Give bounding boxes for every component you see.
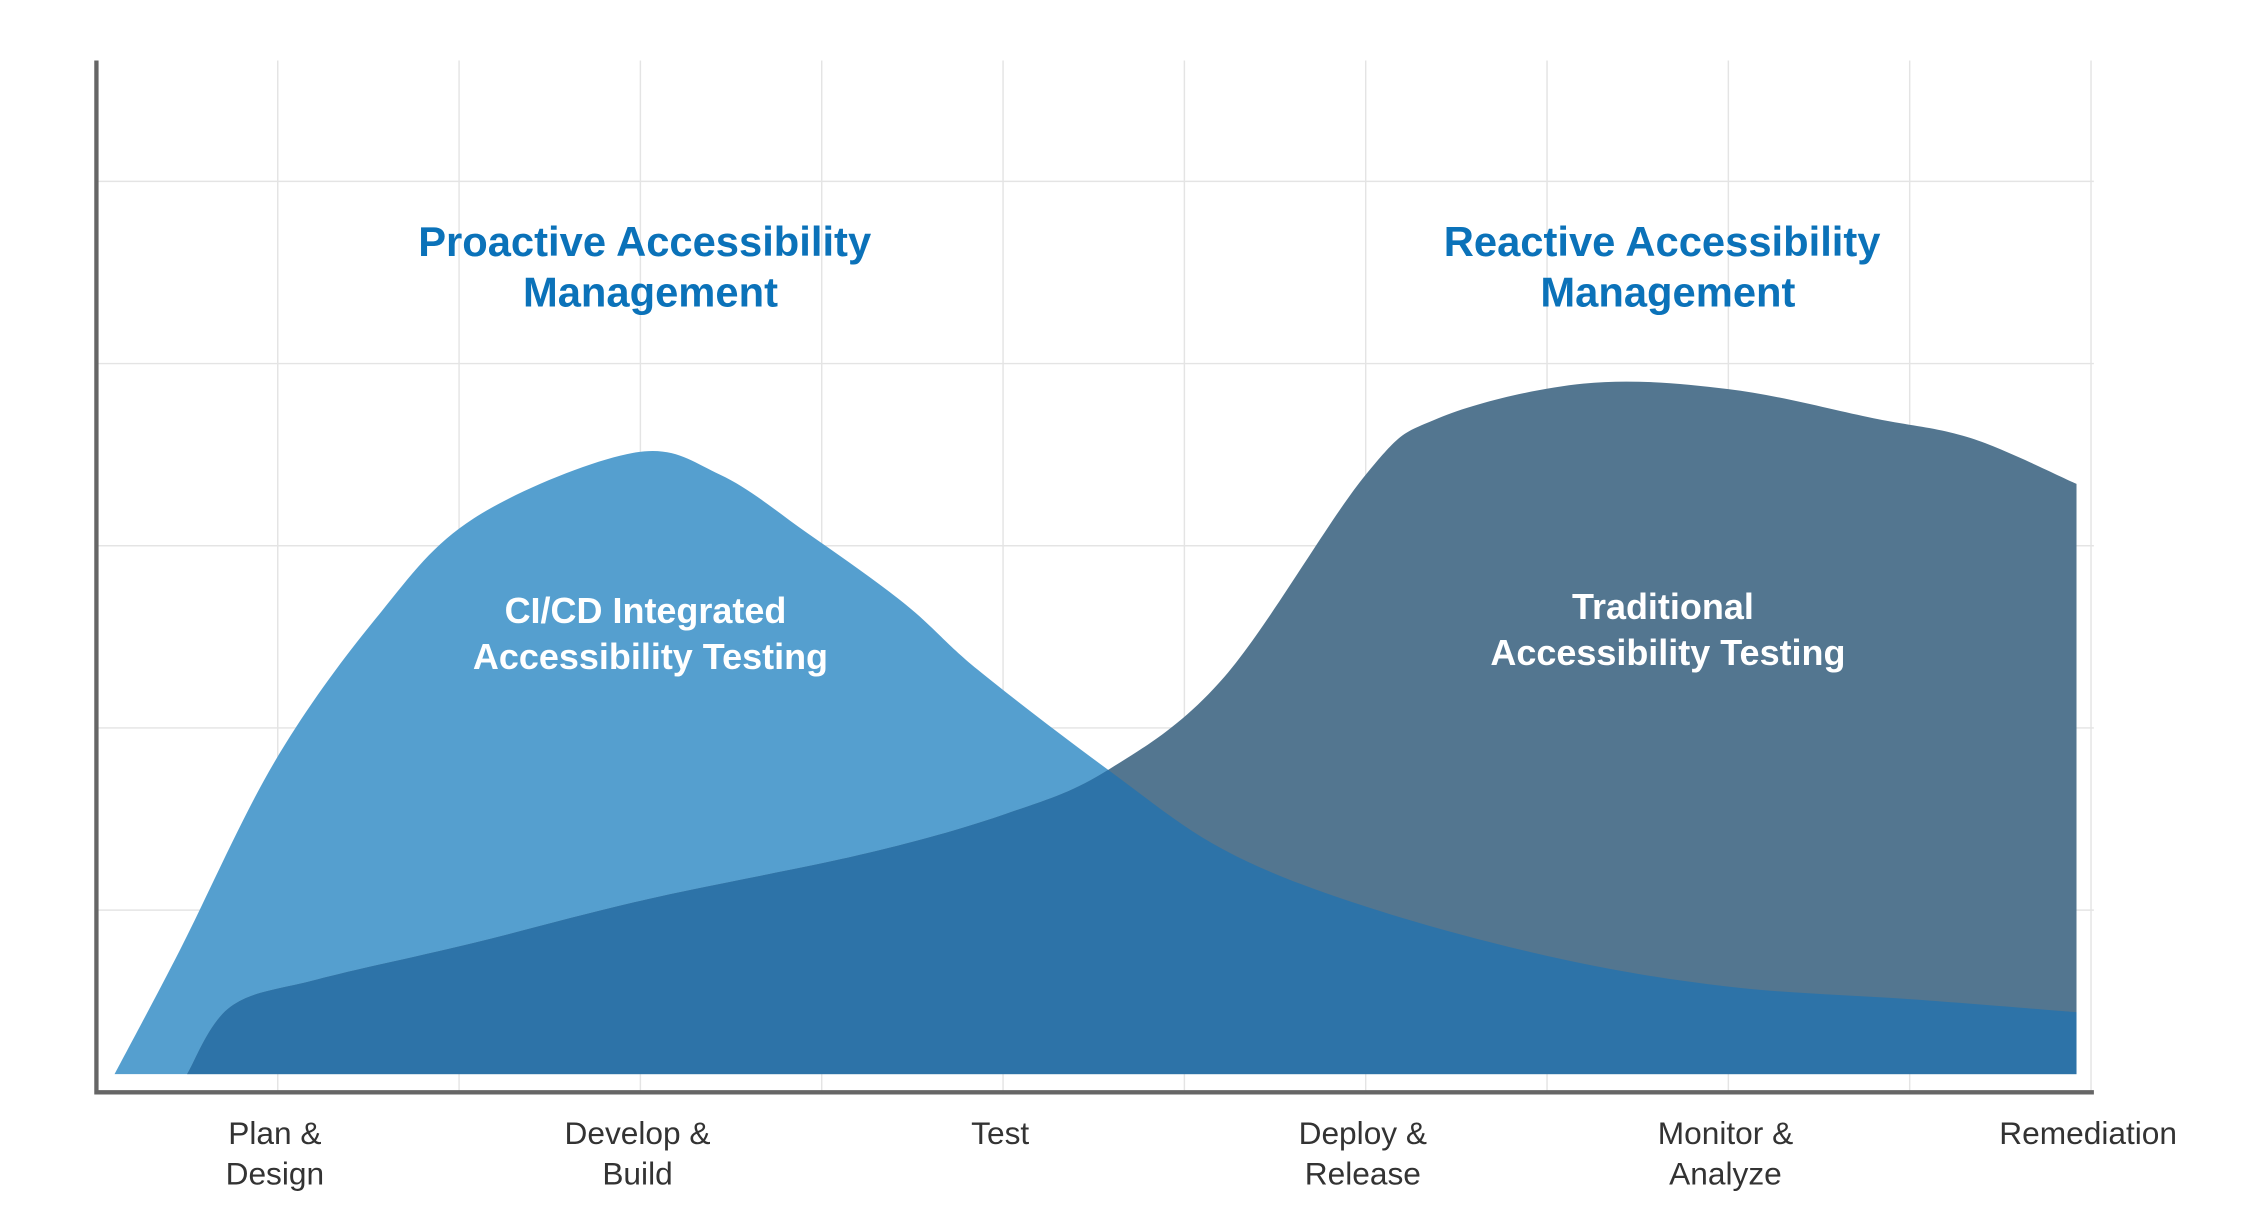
x-tick-label: Test [971,1115,1029,1151]
x-tick-label: Plan & Design [226,1115,325,1191]
lifecycle-area-chart: Proactive Accessibility Management React… [94,60,2177,1191]
annotation-reactive: Reactive Accessibility Management [1444,218,1892,315]
annotation-proactive: Proactive Accessibility Management [418,218,883,315]
x-tick-label: Develop & Build [564,1115,710,1191]
x-tick-labels: Plan & Design Develop & Build Test Deploy & Re… [226,1115,2177,1191]
x-tick-label: Deploy & Release [1299,1115,1427,1191]
x-tick-label: Monitor & Analyze [1658,1115,1793,1191]
x-tick-label: Remediation [1999,1115,2177,1151]
